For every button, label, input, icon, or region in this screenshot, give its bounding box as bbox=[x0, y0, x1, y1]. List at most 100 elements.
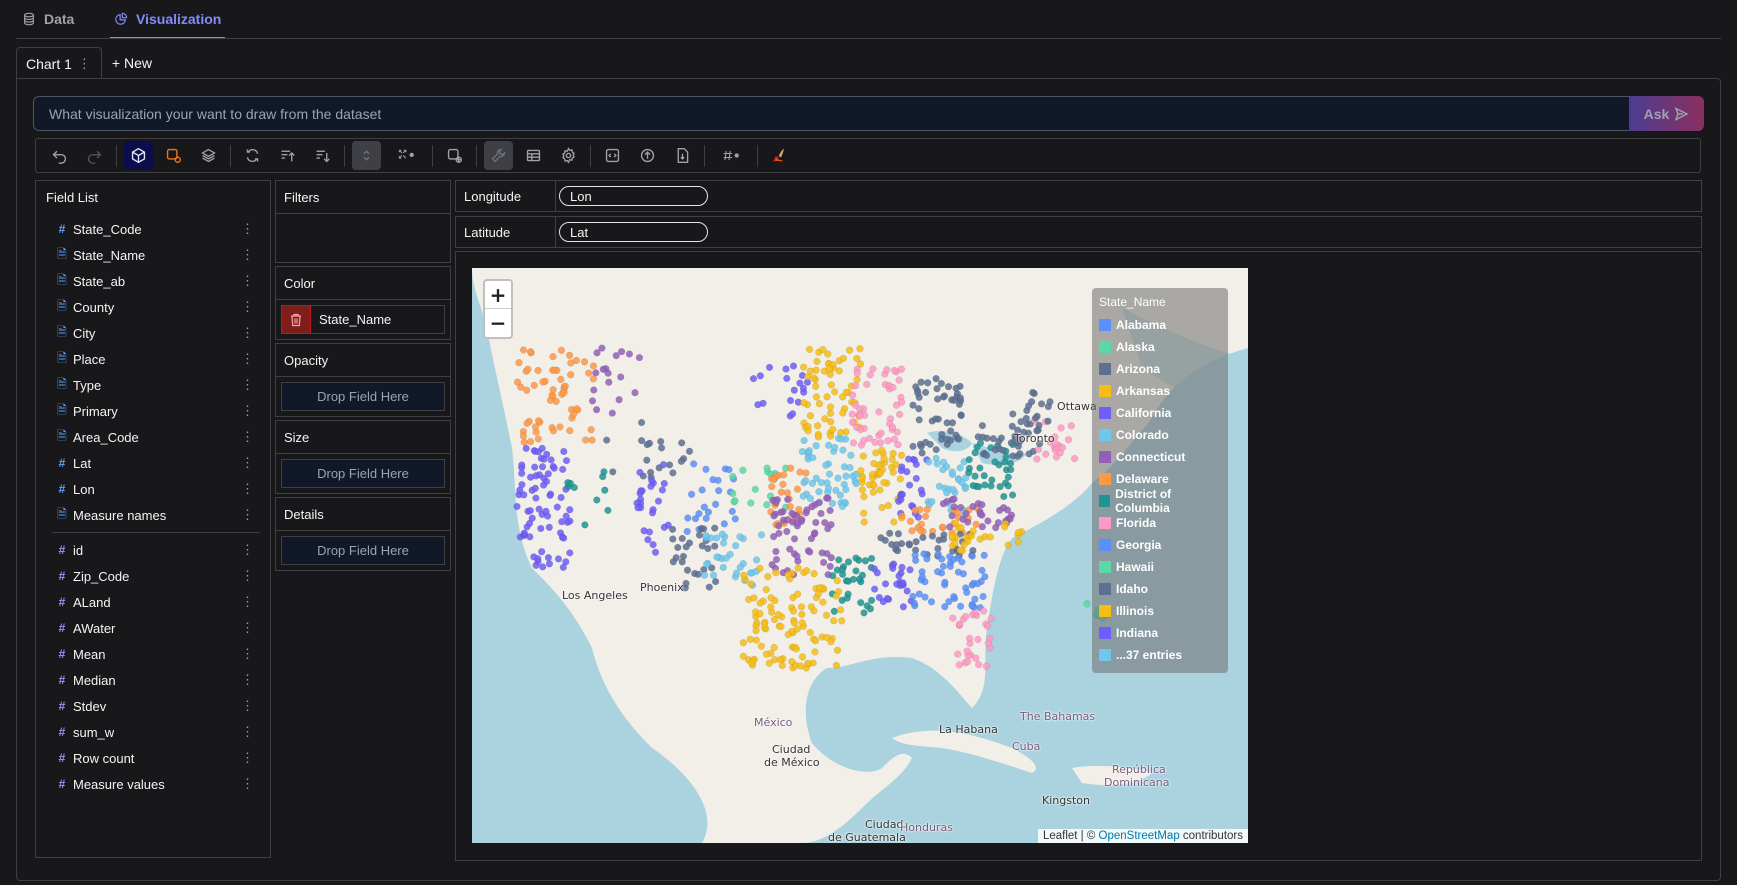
openstreetmap-link[interactable]: OpenStreetMap bbox=[1099, 830, 1180, 842]
zip-point bbox=[515, 359, 523, 367]
kebab-menu-icon[interactable]: ⋮ bbox=[241, 698, 254, 714]
redo-button[interactable] bbox=[80, 141, 109, 170]
legend-item[interactable]: District of Columbia bbox=[1099, 487, 1221, 515]
transform-button[interactable] bbox=[159, 141, 188, 170]
layers-button[interactable] bbox=[194, 141, 223, 170]
field-item[interactable]: 🗎 State_ab ⋮ bbox=[36, 268, 270, 294]
legend-item[interactable]: Arkansas bbox=[1099, 380, 1221, 402]
kebab-menu-icon[interactable]: ⋮ bbox=[241, 594, 254, 610]
kebab-menu-icon[interactable]: ⋮ bbox=[241, 247, 254, 263]
details-drop-zone[interactable]: Drop Field Here bbox=[281, 536, 445, 565]
chart-tab-1[interactable]: Chart 1 ⋮ bbox=[16, 47, 102, 79]
painter-button[interactable] bbox=[765, 141, 794, 170]
table-button[interactable] bbox=[519, 141, 548, 170]
kebab-menu-icon[interactable]: ⋮ bbox=[241, 403, 254, 419]
ask-button[interactable]: Ask bbox=[1629, 96, 1704, 131]
tab-data[interactable]: Data bbox=[22, 0, 74, 38]
code-button[interactable] bbox=[598, 141, 627, 170]
kebab-menu-icon[interactable]: ⋮ bbox=[241, 568, 254, 584]
legend-item[interactable]: ...37 entries bbox=[1099, 644, 1221, 666]
field-item[interactable]: 🗎 Area_Code ⋮ bbox=[36, 424, 270, 450]
kebab-menu-icon[interactable]: ⋮ bbox=[241, 507, 254, 523]
kebab-menu-icon[interactable]: ⋮ bbox=[241, 221, 254, 237]
measure-item[interactable]: # Zip_Code ⋮ bbox=[36, 563, 270, 589]
kebab-menu-icon[interactable]: ⋮ bbox=[78, 56, 91, 72]
transpose-button[interactable] bbox=[238, 141, 267, 170]
debug-button[interactable] bbox=[484, 141, 513, 170]
opacity-drop-zone[interactable]: Drop Field Here bbox=[281, 382, 445, 411]
zoom-in-button[interactable]: + bbox=[485, 281, 511, 309]
kebab-menu-icon[interactable]: ⋮ bbox=[241, 646, 254, 662]
remove-field-button[interactable] bbox=[281, 305, 311, 334]
kebab-menu-icon[interactable]: ⋮ bbox=[241, 672, 254, 688]
field-item[interactable]: 🗎 Measure names ⋮ bbox=[36, 502, 270, 528]
upload-button[interactable] bbox=[633, 141, 662, 170]
brush-button[interactable] bbox=[440, 141, 469, 170]
field-item[interactable]: # State_Code ⋮ bbox=[36, 216, 270, 242]
kebab-menu-icon[interactable]: ⋮ bbox=[241, 273, 254, 289]
legend-item[interactable]: Hawaii bbox=[1099, 556, 1221, 578]
measure-item[interactable]: # id ⋮ bbox=[36, 537, 270, 563]
tab-data-label: Data bbox=[44, 11, 75, 27]
kebab-menu-icon[interactable]: ⋮ bbox=[241, 724, 254, 740]
measure-item[interactable]: # Measure values ⋮ bbox=[36, 771, 270, 797]
measure-item[interactable]: # Median ⋮ bbox=[36, 667, 270, 693]
kebab-menu-icon[interactable]: ⋮ bbox=[241, 542, 254, 558]
kebab-menu-icon[interactable]: ⋮ bbox=[241, 620, 254, 636]
map[interactable]: Ottawa Toronto Los Angeles Phoenix Méxic… bbox=[472, 268, 1248, 843]
kebab-menu-icon[interactable]: ⋮ bbox=[241, 351, 254, 367]
ask-input[interactable] bbox=[33, 96, 1629, 131]
sort-ascending-button[interactable] bbox=[273, 141, 302, 170]
tab-visualization[interactable]: Visualization bbox=[110, 0, 226, 39]
zip-point bbox=[868, 470, 877, 479]
field-item[interactable]: 🗎 Type ⋮ bbox=[36, 372, 270, 398]
field-item[interactable]: 🗎 Primary ⋮ bbox=[36, 398, 270, 424]
measure-item[interactable]: # Row count ⋮ bbox=[36, 745, 270, 771]
measure-item[interactable]: # AWater ⋮ bbox=[36, 615, 270, 641]
color-field-pill[interactable]: State_Name bbox=[281, 305, 445, 334]
undo-button[interactable] bbox=[45, 141, 74, 170]
filters-drop-area[interactable] bbox=[276, 214, 450, 262]
zoom-out-button[interactable]: − bbox=[485, 309, 511, 337]
legend-item[interactable]: Alabama bbox=[1099, 314, 1221, 336]
legend-item[interactable]: California bbox=[1099, 402, 1221, 424]
kebab-menu-icon[interactable]: ⋮ bbox=[241, 299, 254, 315]
stack-button[interactable] bbox=[352, 141, 381, 170]
kebab-menu-icon[interactable]: ⋮ bbox=[241, 325, 254, 341]
size-drop-zone[interactable]: Drop Field Here bbox=[281, 459, 445, 488]
legend-item[interactable]: Arizona bbox=[1099, 358, 1221, 380]
legend-item[interactable]: Florida bbox=[1099, 512, 1221, 534]
latitude-field-pill[interactable]: Lat bbox=[559, 222, 708, 242]
field-item[interactable]: # Lon ⋮ bbox=[36, 476, 270, 502]
legend-item[interactable]: Illinois bbox=[1099, 600, 1221, 622]
settings-button[interactable] bbox=[554, 141, 583, 170]
legend-item[interactable]: Idaho bbox=[1099, 578, 1221, 600]
measure-item[interactable]: # Stdev ⋮ bbox=[36, 693, 270, 719]
legend-item[interactable]: Colorado bbox=[1099, 424, 1221, 446]
new-chart-button[interactable]: + New bbox=[112, 55, 152, 71]
legend-item[interactable]: Georgia bbox=[1099, 534, 1221, 556]
number-format-button[interactable] bbox=[712, 141, 750, 170]
legend-item[interactable]: Indiana bbox=[1099, 622, 1221, 644]
field-item[interactable]: # Lat ⋮ bbox=[36, 450, 270, 476]
kebab-menu-icon[interactable]: ⋮ bbox=[241, 455, 254, 471]
longitude-field-pill[interactable]: Lon bbox=[559, 186, 708, 206]
field-item[interactable]: 🗎 Place ⋮ bbox=[36, 346, 270, 372]
measure-item[interactable]: # Mean ⋮ bbox=[36, 641, 270, 667]
field-item[interactable]: 🗎 City ⋮ bbox=[36, 320, 270, 346]
kebab-menu-icon[interactable]: ⋮ bbox=[241, 429, 254, 445]
kebab-menu-icon[interactable]: ⋮ bbox=[241, 377, 254, 393]
sort-descending-button[interactable] bbox=[308, 141, 337, 170]
field-item[interactable]: 🗎 State_Name ⋮ bbox=[36, 242, 270, 268]
download-button[interactable] bbox=[668, 141, 697, 170]
measure-item[interactable]: # ALand ⋮ bbox=[36, 589, 270, 615]
fullscreen-settings-button[interactable] bbox=[387, 141, 425, 170]
measure-item[interactable]: # sum_w ⋮ bbox=[36, 719, 270, 745]
kebab-menu-icon[interactable]: ⋮ bbox=[241, 750, 254, 766]
legend-item[interactable]: Connecticut bbox=[1099, 446, 1221, 468]
mark-type-button[interactable] bbox=[124, 141, 153, 170]
field-item[interactable]: 🗎 County ⋮ bbox=[36, 294, 270, 320]
kebab-menu-icon[interactable]: ⋮ bbox=[241, 776, 254, 792]
legend-item[interactable]: Alaska bbox=[1099, 336, 1221, 358]
kebab-menu-icon[interactable]: ⋮ bbox=[241, 481, 254, 497]
